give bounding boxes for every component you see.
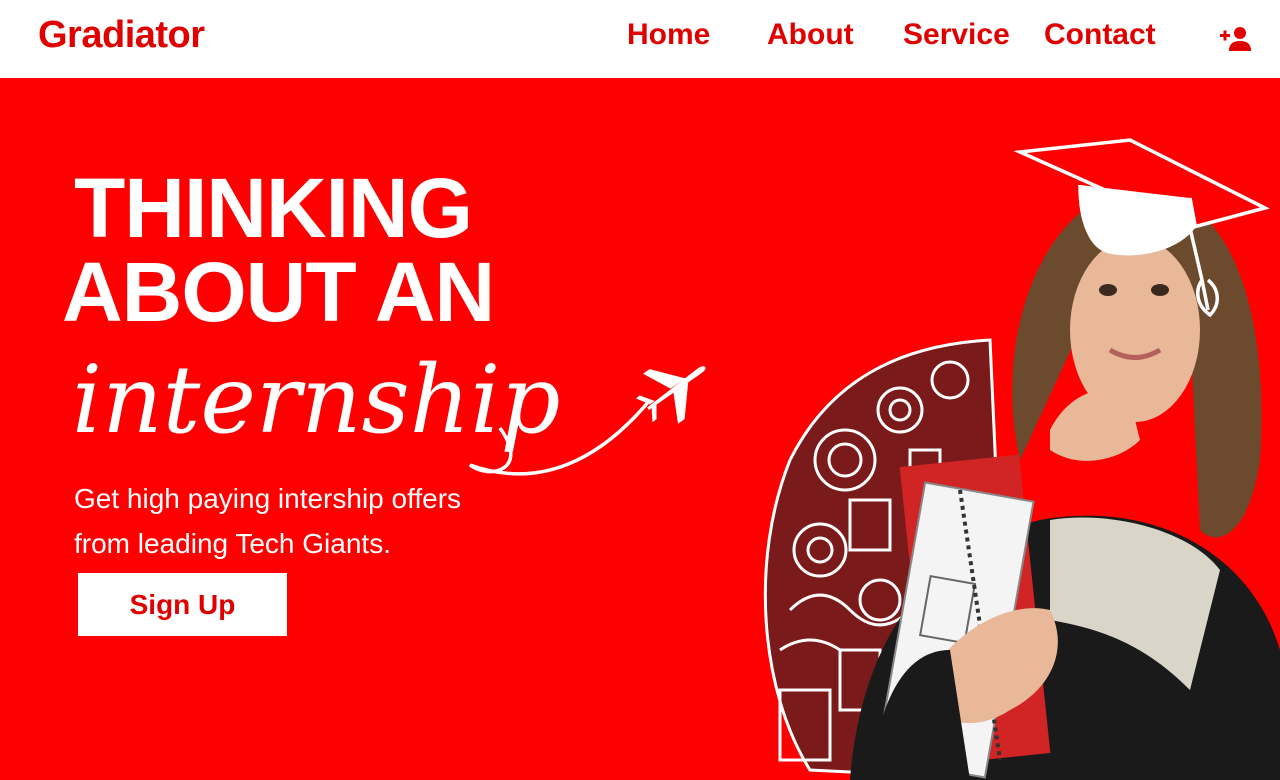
signup-button[interactable]: Sign Up — [78, 573, 287, 636]
hero-headline-line1: THINKING — [74, 161, 473, 255]
nav-about-link[interactable]: About — [767, 18, 854, 52]
nav-home-link[interactable]: Home — [627, 18, 710, 52]
nav-contact-link[interactable]: Contact — [1044, 18, 1156, 52]
script-word-graphic: internship — [72, 346, 706, 476]
hero-subtitle-line1: Get high paying intership offers — [74, 483, 462, 514]
hero-subtitle-line2: from leading Tech Giants. — [74, 528, 391, 559]
navbar: Gradiator Home About Service Contact — [0, 0, 1280, 78]
student-illustration — [763, 138, 1280, 780]
nav-links: Home About Service Contact — [0, 18, 1280, 58]
student-photo — [850, 190, 1280, 780]
add-user-icon[interactable] — [1218, 24, 1254, 54]
nav-service-link[interactable]: Service — [903, 18, 1010, 52]
hero-subtitle: Get high paying intership offers from le… — [74, 476, 594, 566]
script-word-internship: internship — [72, 346, 561, 455]
airplane-icon — [635, 366, 706, 424]
hero-headline-line2: ABOUT AN — [62, 245, 495, 339]
